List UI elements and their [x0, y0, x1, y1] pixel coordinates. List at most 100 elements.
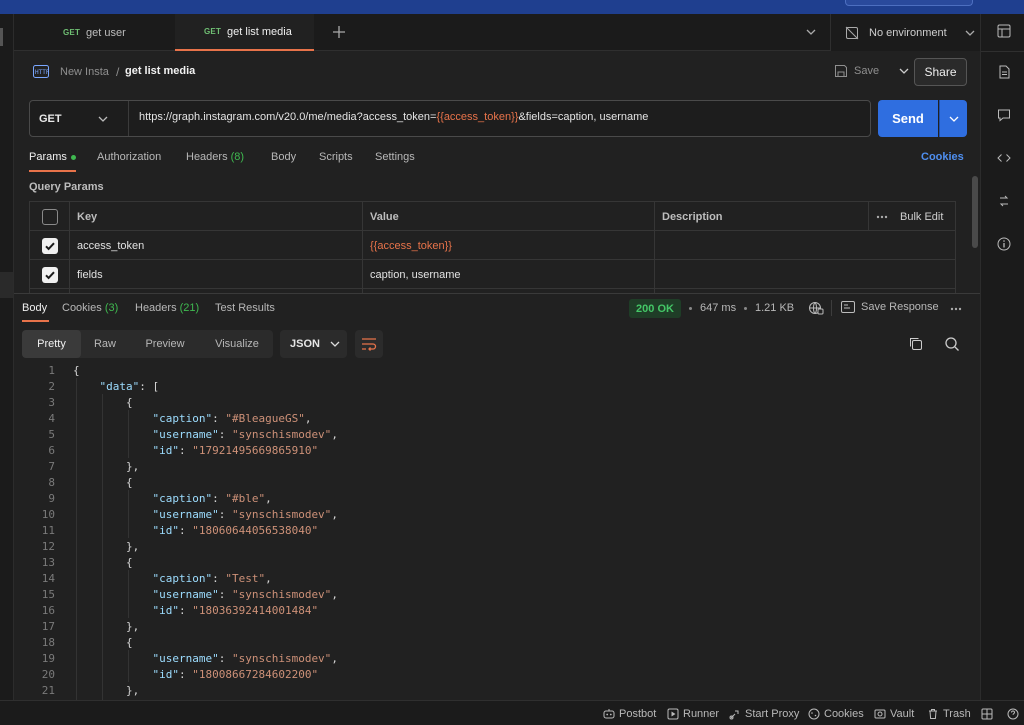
- row-checkbox[interactable]: [42, 260, 58, 289]
- save-button[interactable]: Save: [834, 64, 909, 78]
- response-time[interactable]: 647 ms: [700, 302, 736, 314]
- response-more-icon[interactable]: [950, 307, 962, 311]
- headers-count: (8): [230, 151, 245, 163]
- param-description[interactable]: [654, 260, 954, 289]
- tab-label: get list media: [227, 25, 292, 38]
- line-content: "username": "synschismodev",: [152, 508, 338, 521]
- send-options-button[interactable]: [939, 100, 967, 137]
- postbot-button[interactable]: Postbot: [603, 701, 656, 725]
- tab-body[interactable]: Body: [271, 151, 296, 163]
- code-line: 2 "data": [: [22, 379, 962, 395]
- request-name[interactable]: get list media: [125, 65, 195, 77]
- runner-icon: [667, 708, 679, 720]
- runner-button[interactable]: Runner: [667, 701, 719, 725]
- wrap-lines-button[interactable]: [355, 330, 383, 358]
- tab-settings[interactable]: Settings: [375, 151, 415, 163]
- format-select[interactable]: JSON: [280, 330, 347, 358]
- line-number: 20: [41, 668, 55, 681]
- save-response-button[interactable]: Save Response: [841, 301, 939, 313]
- trash-button[interactable]: Trash: [927, 701, 971, 725]
- no-environment-icon: [845, 26, 859, 40]
- share-button[interactable]: Share: [914, 58, 967, 86]
- response-body-editor[interactable]: 1{2 "data": [3 {4 "caption": "#BleagueGS…: [22, 362, 962, 700]
- tab-scripts[interactable]: Scripts: [319, 151, 353, 163]
- bulk-edit-button[interactable]: Bulk Edit: [868, 202, 943, 231]
- line-number: 5: [48, 428, 55, 441]
- environment-selector[interactable]: No environment: [830, 14, 980, 51]
- documentation-icon[interactable]: [997, 65, 1011, 79]
- row-checkbox[interactable]: [42, 231, 58, 260]
- view-raw-button[interactable]: Raw: [81, 330, 129, 358]
- line-number: 15: [41, 588, 55, 601]
- response-tab-body[interactable]: Body: [22, 302, 47, 314]
- tab-params[interactable]: Params: [29, 151, 76, 163]
- postbot-label: Postbot: [619, 707, 657, 720]
- pane-divider[interactable]: [14, 293, 980, 294]
- response-tab-test-results[interactable]: Test Results: [215, 302, 275, 314]
- view-preview-button[interactable]: Preview: [129, 330, 201, 358]
- code-line: 11 "id": "18060644056538040": [22, 523, 962, 539]
- params-scrollbar[interactable]: [972, 176, 978, 248]
- code-line: 16 "id": "18036392414001484": [22, 603, 962, 619]
- view-pretty-button[interactable]: Pretty: [22, 330, 81, 358]
- tab-get-list-media[interactable]: GET get list media: [175, 14, 314, 51]
- response-cookies-label: Cookies: [62, 302, 102, 314]
- query-params-title: Query Params: [29, 181, 104, 193]
- send-button[interactable]: Send: [878, 100, 938, 137]
- tabs-dropdown-chevron-icon[interactable]: [806, 28, 816, 36]
- proxy-icon: [729, 708, 741, 720]
- view-visualize-button[interactable]: Visualize: [201, 330, 273, 358]
- tab-get-user[interactable]: GET get user: [14, 14, 175, 51]
- tab-method: GET: [204, 27, 222, 36]
- comments-icon[interactable]: [997, 108, 1011, 122]
- cookies-link[interactable]: Cookies: [921, 151, 964, 163]
- param-key[interactable]: access_token: [69, 231, 144, 260]
- column-description: Description: [662, 210, 723, 223]
- response-tab-cookies[interactable]: Cookies (3): [62, 302, 118, 314]
- line-number: 2: [48, 380, 55, 393]
- response-scrollbar[interactable]: [964, 362, 970, 700]
- param-key[interactable]: fields: [69, 260, 103, 289]
- code-line: 5 "username": "synschismodev",: [22, 427, 962, 443]
- copy-icon[interactable]: [908, 336, 924, 352]
- column-key: Key: [77, 210, 98, 223]
- vault-button[interactable]: Vault: [874, 701, 914, 725]
- line-content: },: [73, 684, 140, 697]
- response-size[interactable]: 1.21 KB: [755, 302, 794, 314]
- line-content: {: [73, 556, 133, 569]
- line-content: "caption": "#BleagueGS",: [152, 412, 312, 425]
- trash-icon: [927, 708, 939, 720]
- search-icon[interactable]: [944, 336, 960, 352]
- line-number: 12: [41, 540, 55, 553]
- layout-toggle-icon[interactable]: [981, 701, 993, 725]
- method-select[interactable]: GET: [30, 101, 129, 136]
- meta-separator: [744, 307, 747, 310]
- environment-quick-look-icon[interactable]: [997, 24, 1011, 38]
- top-search-pill[interactable]: [845, 0, 973, 6]
- line-number: 14: [41, 572, 55, 585]
- help-icon[interactable]: [1007, 701, 1019, 725]
- code-snippet-icon[interactable]: [997, 151, 1011, 165]
- network-globe-icon[interactable]: [808, 301, 824, 315]
- response-tab-headers[interactable]: Headers (21): [135, 302, 199, 314]
- code-line: 13 {: [22, 555, 962, 571]
- new-tab-plus-icon[interactable]: [332, 25, 346, 39]
- breadcrumb-collection[interactable]: New Insta: [60, 66, 109, 78]
- svg-text:HTTP: HTTP: [35, 69, 49, 76]
- param-value[interactable]: {{access_token}}: [362, 231, 452, 260]
- start-proxy-button[interactable]: Start Proxy: [729, 701, 799, 725]
- code-line: 9 "caption": "#ble",: [22, 491, 962, 507]
- footer-cookies-button[interactable]: Cookies: [808, 701, 864, 725]
- save-chevron-icon[interactable]: [899, 67, 909, 75]
- status-badge[interactable]: 200 OK: [629, 299, 681, 318]
- param-value[interactable]: caption, username: [362, 260, 461, 289]
- related-collections-icon[interactable]: [997, 194, 1011, 208]
- table-header-row: Key Value Description Bulk Edit: [30, 202, 955, 231]
- tab-headers[interactable]: Headers (8): [186, 151, 244, 163]
- url-input[interactable]: https://graph.instagram.com/v20.0/me/med…: [139, 111, 648, 123]
- tab-authorization[interactable]: Authorization: [97, 151, 161, 163]
- param-description[interactable]: [654, 231, 954, 260]
- select-all-checkbox[interactable]: [42, 202, 58, 231]
- line-number: 9: [48, 492, 55, 505]
- info-icon[interactable]: [997, 237, 1011, 251]
